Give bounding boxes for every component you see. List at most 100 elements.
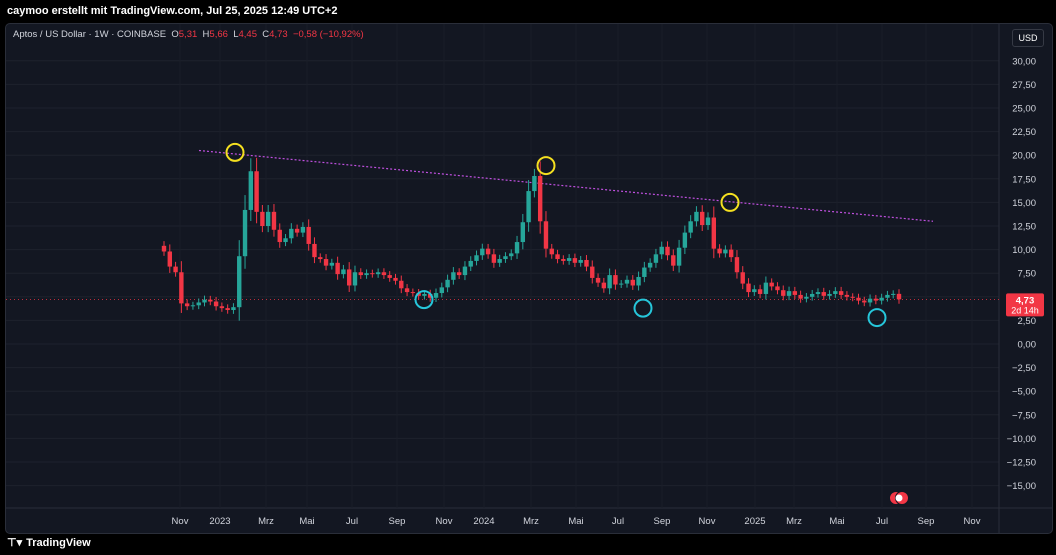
candle-body bbox=[856, 297, 861, 301]
candle-body bbox=[387, 275, 392, 278]
candle-body bbox=[694, 211, 699, 222]
candle-body bbox=[891, 293, 896, 295]
peak-marker bbox=[225, 142, 245, 162]
time-tick-label: 2024 bbox=[473, 516, 494, 527]
open-label: O bbox=[171, 29, 179, 40]
candle-body bbox=[740, 272, 745, 284]
time-tick-label: Nov bbox=[436, 516, 453, 527]
candle-body bbox=[642, 267, 647, 277]
candle-body bbox=[543, 221, 549, 249]
flag-icon bbox=[895, 494, 903, 502]
price-tick-label: −15,00 bbox=[1007, 481, 1036, 492]
resistance-trendline bbox=[198, 149, 934, 222]
candle-body bbox=[532, 175, 537, 192]
candle-body bbox=[364, 273, 369, 276]
currency-button[interactable]: USD bbox=[1012, 29, 1044, 47]
open-value: 5,31 bbox=[178, 29, 198, 40]
candle-body bbox=[537, 175, 543, 222]
candle-body bbox=[480, 248, 485, 256]
price-tick-label: 0,00 bbox=[1018, 340, 1037, 351]
candle-body bbox=[798, 294, 803, 299]
candle-body bbox=[821, 292, 826, 296]
price-tick-label: 2,50 bbox=[1018, 316, 1037, 327]
time-tick-label: Nov bbox=[964, 516, 981, 527]
candle-body bbox=[404, 288, 410, 293]
candle-body bbox=[827, 293, 832, 296]
symbol-legend[interactable]: Aptos / US Dollar · 1W · COINBASE O5,31 … bbox=[13, 29, 364, 40]
snapshot-title: caymoo erstellt mit TradingView.com, Jul… bbox=[7, 5, 338, 17]
candle-body bbox=[312, 243, 317, 258]
candle-body bbox=[659, 246, 664, 255]
candle-body bbox=[705, 217, 711, 226]
chart-pane[interactable]: 30,00 27,50 25,00 22,50 20,00 17,50 15,00 12,50… bbox=[5, 23, 1053, 534]
candle-body bbox=[572, 258, 578, 263]
markers-layer bbox=[225, 142, 887, 328]
footer-brand: TradingView bbox=[26, 537, 91, 549]
candle-body bbox=[833, 291, 838, 294]
gridlines bbox=[6, 24, 1052, 533]
candle-body bbox=[167, 251, 172, 267]
candle-body bbox=[613, 275, 618, 285]
event-icons bbox=[889, 491, 909, 505]
candle-body bbox=[636, 276, 641, 286]
low-value: 4,45 bbox=[238, 29, 258, 40]
candle-body bbox=[161, 245, 167, 252]
candle-body bbox=[445, 279, 450, 288]
candle-body bbox=[578, 259, 583, 263]
candle-body bbox=[844, 294, 850, 297]
candle-body bbox=[804, 296, 809, 299]
candle-body bbox=[329, 262, 335, 266]
candle-body bbox=[352, 272, 358, 286]
candle-body bbox=[711, 217, 717, 249]
candlestick-chart[interactable]: 30,00 27,50 25,00 22,50 20,00 17,50 15,00 12,50… bbox=[6, 24, 1052, 533]
candle-body bbox=[485, 248, 491, 255]
candle-body bbox=[462, 266, 468, 276]
candle-body bbox=[289, 228, 294, 239]
candle-body bbox=[514, 242, 520, 254]
candle-body bbox=[283, 238, 288, 243]
candle-body bbox=[775, 286, 780, 291]
candle-body bbox=[219, 306, 225, 309]
candle-body bbox=[237, 256, 242, 308]
time-tick-label: Mrz bbox=[786, 516, 802, 527]
candle-body bbox=[208, 299, 213, 302]
price-tick-label: −5,00 bbox=[1012, 387, 1036, 398]
candle-body bbox=[734, 257, 740, 273]
candle-body bbox=[231, 307, 236, 311]
candle-body bbox=[375, 272, 381, 275]
tradingview-logo-icon: ⊤▾ bbox=[7, 537, 23, 549]
time-tick-label: 2025 bbox=[744, 516, 765, 527]
candle-body bbox=[879, 297, 884, 301]
candle-body bbox=[294, 228, 300, 233]
candle-body bbox=[873, 298, 879, 301]
candle-body bbox=[242, 209, 248, 257]
candle-body bbox=[451, 272, 456, 280]
candle-body bbox=[549, 248, 554, 255]
candle-body bbox=[173, 266, 178, 273]
candle-body bbox=[838, 291, 844, 295]
time-tick-label: Nov bbox=[699, 516, 716, 527]
candle-body bbox=[590, 266, 595, 278]
time-tick-label: Mrz bbox=[523, 516, 539, 527]
candle-body bbox=[497, 259, 502, 263]
time-tick-label: Mai bbox=[829, 516, 844, 527]
candle-body bbox=[300, 226, 306, 233]
trough-marker bbox=[867, 308, 887, 328]
candle-body bbox=[786, 291, 792, 296]
price-badge-countdown: 2d 14h bbox=[1011, 305, 1039, 315]
time-tick-label: Jul bbox=[876, 516, 888, 527]
time-axis: Nov 2023 Mrz Mai Jul Sep Nov 2024 Mrz Mai Jul Sep No… bbox=[172, 516, 981, 527]
candle-body bbox=[399, 280, 404, 289]
candle-body bbox=[809, 293, 815, 297]
candle-body bbox=[456, 272, 462, 276]
price-tick-label: 20,00 bbox=[1012, 151, 1036, 162]
candle-body bbox=[665, 246, 670, 256]
candle-body bbox=[509, 253, 514, 257]
price-tick-label: −12,50 bbox=[1007, 458, 1036, 469]
candle-body bbox=[653, 254, 659, 263]
candle-body bbox=[815, 292, 821, 294]
change-value: −0,58 (−10,92%) bbox=[292, 29, 364, 40]
price-tick-label: 27,50 bbox=[1012, 80, 1036, 91]
time-tick-label: Mai bbox=[299, 516, 314, 527]
price-tick-label: −10,00 bbox=[1007, 434, 1036, 445]
